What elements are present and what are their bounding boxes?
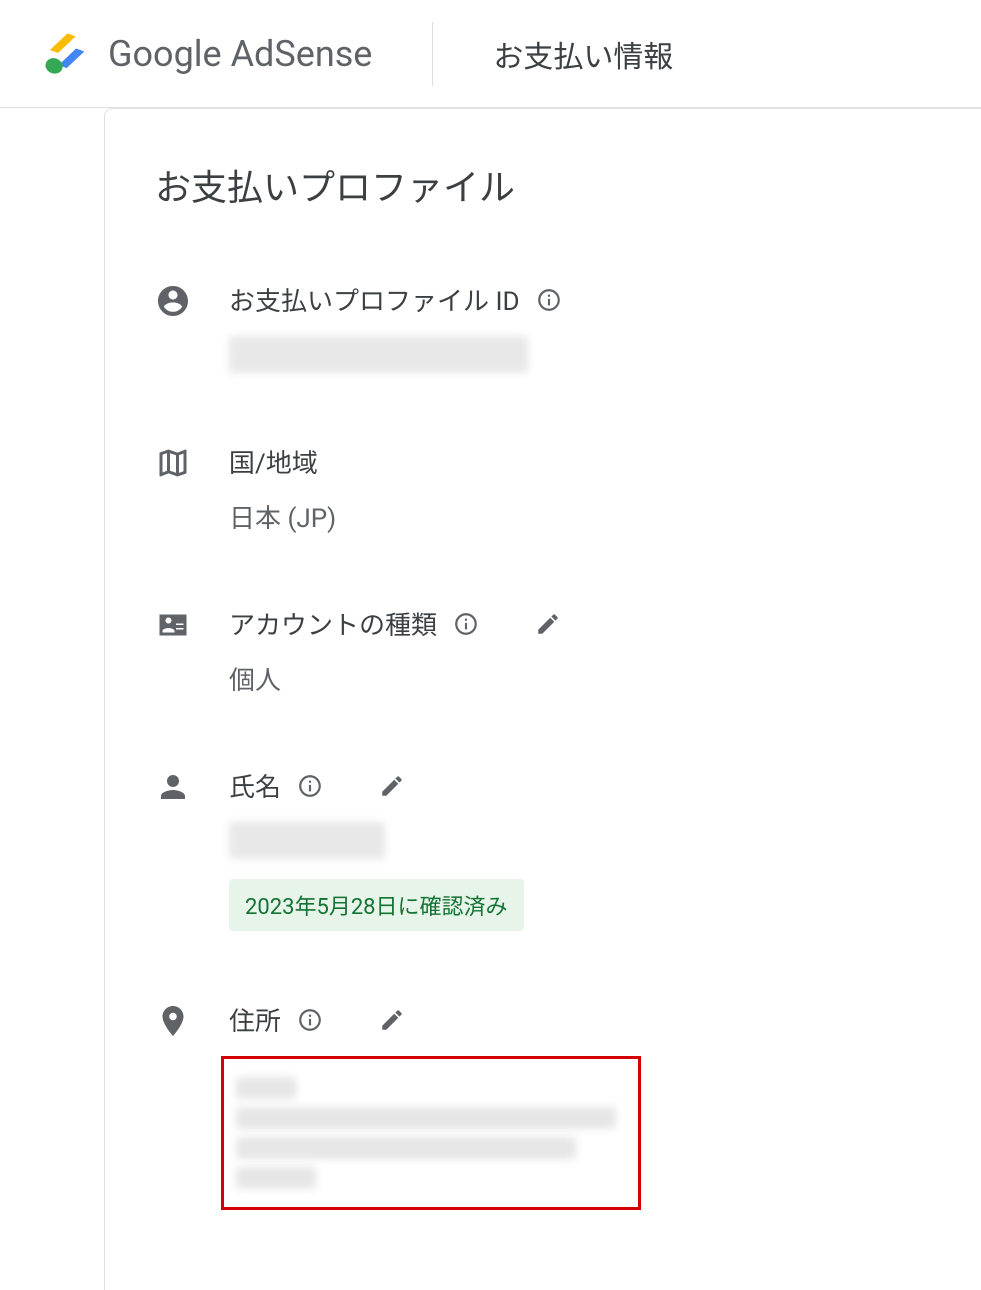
country-label: 国/地域	[229, 443, 318, 480]
address-redacted-line	[236, 1077, 296, 1099]
info-icon[interactable]	[453, 611, 479, 637]
country-value: 日本 (JP)	[229, 498, 931, 535]
account-type-value: 個人	[229, 660, 931, 697]
address-redacted-line	[236, 1137, 576, 1159]
address-highlight-box	[221, 1056, 641, 1210]
product-name: Google AdSense	[108, 33, 372, 75]
field-name: 氏名 ██████ 2023年5月28日に確認済み	[155, 767, 931, 931]
adsense-logo: Google AdSense	[40, 28, 372, 80]
edit-icon[interactable]	[535, 611, 561, 637]
section-title: お支払いプロファイル	[155, 159, 931, 211]
place-icon	[155, 1003, 191, 1039]
info-icon[interactable]	[297, 773, 323, 799]
field-country: 国/地域 日本 (JP)	[155, 443, 931, 535]
name-value: ██████	[229, 822, 931, 859]
person-icon	[155, 769, 191, 805]
edit-icon[interactable]	[379, 1007, 405, 1033]
person-circle-icon	[155, 283, 191, 319]
info-icon[interactable]	[536, 287, 562, 313]
name-label: 氏名	[229, 767, 281, 804]
header-divider	[432, 22, 433, 86]
profile-id-value: ████ ███ ████	[229, 336, 931, 373]
account-type-label: アカウントの種類	[229, 605, 437, 642]
address-label: 住所	[229, 1001, 281, 1038]
field-account-type: アカウントの種類 個人	[155, 605, 931, 697]
field-profile-id: お支払いプロファイル ID ████ ███ ████	[155, 281, 931, 373]
profile-id-label: お支払いプロファイル ID	[229, 281, 520, 318]
field-address: 住所	[155, 1001, 931, 1210]
map-icon	[155, 445, 191, 481]
adsense-logo-icon	[40, 28, 92, 80]
address-redacted-line	[236, 1167, 316, 1189]
verified-badge: 2023年5月28日に確認済み	[229, 879, 524, 931]
payment-profile-card: お支払いプロファイル お支払いプロファイル ID ████ ███ ████ 国…	[104, 108, 981, 1290]
page-title: お支払い情報	[493, 32, 673, 76]
info-icon[interactable]	[297, 1007, 323, 1033]
address-redacted-line	[236, 1107, 616, 1129]
edit-icon[interactable]	[379, 773, 405, 799]
id-card-icon	[155, 607, 191, 643]
app-header: Google AdSense お支払い情報	[0, 0, 981, 108]
